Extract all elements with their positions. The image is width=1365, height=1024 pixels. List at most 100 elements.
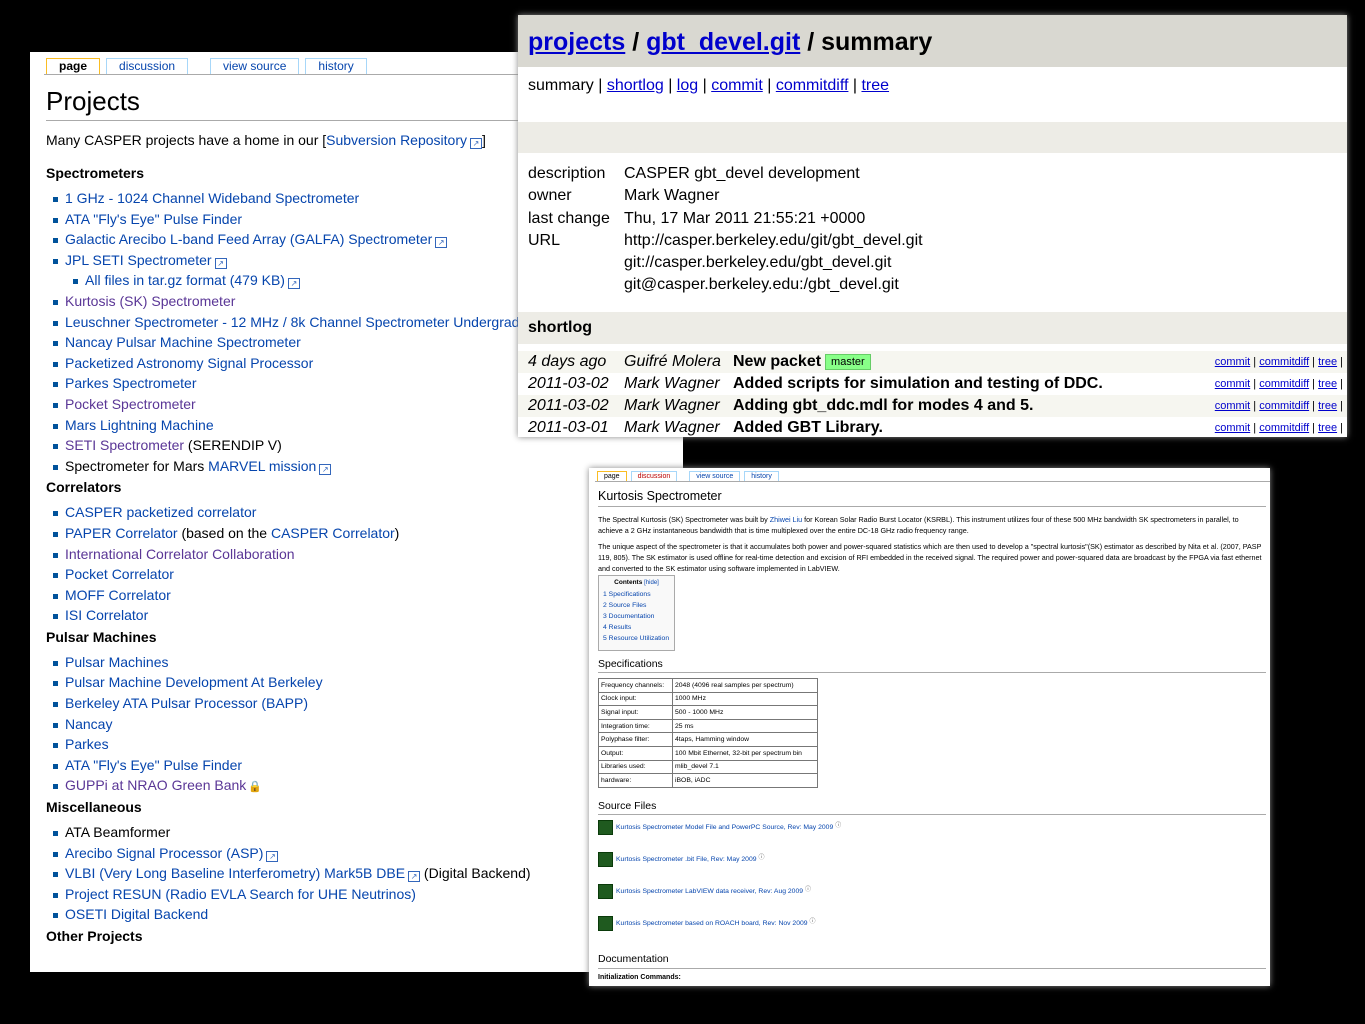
project-link[interactable]: VLBI (Very Long Baseline Interferometry)… <box>65 865 405 881</box>
nav-commitdiff-link[interactable]: commitdiff <box>776 77 849 94</box>
branch-badge[interactable]: master <box>825 353 871 370</box>
commit-message[interactable]: New packet master <box>733 351 1185 373</box>
tab-view-source[interactable]: view source <box>210 58 300 74</box>
commit-message[interactable]: Added GBT Library. <box>733 417 1185 437</box>
project-link[interactable]: International Correlator Collaboration <box>65 546 295 562</box>
tree-link[interactable]: tree <box>1318 400 1337 412</box>
paragraph-text: The Spectral Kurtosis (SK) Spectrometer … <box>598 515 770 524</box>
table-row[interactable]: 2011-03-02 Mark Wagner Added scripts for… <box>518 373 1347 395</box>
project-link[interactable]: MOFF Correlator <box>65 587 171 603</box>
toc-hide-link[interactable]: [hide] <box>644 580 659 586</box>
tree-link[interactable]: tree <box>1318 378 1337 390</box>
info-value: Mark Wagner <box>624 187 720 205</box>
info-icon[interactable]: ⓘ <box>810 916 816 925</box>
spec-value: mlib_devel 7.1 <box>672 759 818 775</box>
commitdiff-link[interactable]: commitdiff <box>1259 356 1309 368</box>
author-link[interactable]: Zhiwei Liu <box>770 515 802 524</box>
tab-discussion[interactable]: discussion <box>106 58 189 74</box>
tab-view-source[interactable]: view source <box>689 471 741 481</box>
commit-link[interactable]: commit <box>1215 400 1250 412</box>
project-link[interactable]: Project RESUN (Radio EVLA Search for UHE… <box>65 886 416 902</box>
project-link[interactable]: Nancay Pulsar Machine Spectrometer <box>65 334 301 350</box>
commit-message-text[interactable]: New packet <box>733 353 821 370</box>
subversion-repository-link[interactable]: Subversion Repository <box>326 132 467 148</box>
toc-item[interactable]: 1 Specifications <box>603 589 670 600</box>
tab-history[interactable]: history <box>744 471 779 481</box>
commit-link[interactable]: commit <box>1215 378 1250 390</box>
project-link[interactable]: Mars Lightning Machine <box>65 417 214 433</box>
file-icon[interactable] <box>598 852 613 867</box>
project-link[interactable]: CASPER Correlator <box>271 525 395 541</box>
project-link[interactable]: Pocket Spectrometer <box>65 396 196 412</box>
project-link[interactable]: All files in tar.gz format (479 KB) <box>85 272 285 288</box>
commit-message[interactable]: Added scripts for simulation and testing… <box>733 373 1185 395</box>
toc-item[interactable]: 3 Documentation <box>603 611 670 622</box>
crumb-repo-link[interactable]: gbt_devel.git <box>646 28 800 56</box>
project-link[interactable]: Packetized Astronomy Signal Processor <box>65 355 313 371</box>
project-link[interactable]: MARVEL mission <box>208 458 316 474</box>
project-link[interactable]: Pulsar Machine Development At Berkeley <box>65 674 323 690</box>
project-link[interactable]: GUPPi at NRAO Green Bank <box>65 777 246 793</box>
table-row: Signal input: 500 - 1000 MHz <box>598 705 818 720</box>
source-file-link[interactable]: Kurtosis Spectrometer based on ROACH boa… <box>616 920 808 927</box>
nav-shortlog-link[interactable]: shortlog <box>607 77 664 94</box>
tree-link[interactable]: tree <box>1318 422 1337 434</box>
source-file-link[interactable]: Kurtosis Spectrometer Model File and Pow… <box>616 824 833 831</box>
commit-link[interactable]: commit <box>1215 356 1250 368</box>
project-link[interactable]: Pulsar Machines <box>65 654 169 670</box>
file-icon[interactable] <box>598 820 613 835</box>
tab-divider <box>595 481 1270 482</box>
table-row: Output: 100 Mbit Ethernet, 32-bit per spe… <box>598 745 818 761</box>
tab-discussion[interactable]: discussion <box>630 471 678 481</box>
project-link[interactable]: Galactic Arecibo L-band Feed Array (GALF… <box>65 231 432 247</box>
project-link[interactable]: Kurtosis (SK) Spectrometer <box>65 293 235 309</box>
nav-tree-link[interactable]: tree <box>861 77 889 94</box>
toc-item[interactable]: 4 Results <box>603 622 670 633</box>
project-link[interactable]: ISI Correlator <box>65 607 148 623</box>
project-link[interactable]: Arecibo Signal Processor (ASP) <box>65 845 263 861</box>
title-divider <box>598 506 1266 507</box>
commit-message[interactable]: Adding gbt_ddc.mdl for modes 4 and 5. <box>733 395 1185 417</box>
toc-item[interactable]: 5 Resource Utilization <box>603 633 670 644</box>
file-icon[interactable] <box>598 916 613 931</box>
nav-commit-link[interactable]: commit <box>711 77 763 94</box>
project-link[interactable]: ATA "Fly's Eye" Pulse Finder <box>65 757 242 773</box>
project-link[interactable]: Nancay <box>65 716 112 732</box>
tree-link[interactable]: tree <box>1318 356 1337 368</box>
source-file-link[interactable]: Kurtosis Spectrometer .bit File, Rev: Ma… <box>616 856 757 863</box>
nav-log-link[interactable]: log <box>677 77 698 94</box>
tab-page[interactable]: page <box>597 471 627 481</box>
project-link[interactable]: 1 GHz - 1024 Channel Wideband Spectromet… <box>65 190 359 206</box>
table-row[interactable]: 2011-03-02 Mark Wagner Adding gbt_ddc.md… <box>518 395 1347 418</box>
project-link[interactable]: OSETI Digital Backend <box>65 906 208 922</box>
initialization-commands-label: Initialization Commands: <box>598 974 681 981</box>
table-row[interactable]: 2011-03-01 Mark Wagner Added GBT Library… <box>518 417 1347 437</box>
project-link[interactable]: Leuschner Spectrometer - 12 MHz / 8k Cha… <box>65 314 574 330</box>
commit-link[interactable]: commit <box>1215 422 1250 434</box>
project-link[interactable]: SETI Spectrometer <box>65 437 184 453</box>
info-icon[interactable]: ⓘ <box>835 820 841 829</box>
commitdiff-link[interactable]: commitdiff <box>1259 400 1309 412</box>
commitdiff-link[interactable]: commitdiff <box>1259 422 1309 434</box>
project-link[interactable]: CASPER packetized correlator <box>65 504 256 520</box>
project-link[interactable]: ATA "Fly's Eye" Pulse Finder <box>65 211 242 227</box>
shortlog-heading[interactable]: shortlog <box>518 311 1347 344</box>
project-link[interactable]: Pocket Correlator <box>65 566 174 582</box>
source-file-link[interactable]: Kurtosis Spectrometer LabVIEW data recei… <box>616 888 803 895</box>
tab-history[interactable]: history <box>305 58 367 74</box>
crumb-projects-link[interactable]: projects <box>528 28 625 56</box>
toc-item[interactable]: 2 Source Files <box>603 600 670 611</box>
commitdiff-link[interactable]: commitdiff <box>1259 378 1309 390</box>
file-icon[interactable] <box>598 884 613 899</box>
project-link[interactable]: Parkes Spectrometer <box>65 375 197 391</box>
project-link[interactable]: PAPER Correlator <box>65 525 178 541</box>
list-item: Pulsar Machine Development At Berkeley <box>46 672 683 693</box>
info-icon[interactable]: ⓘ <box>759 852 765 861</box>
spec-value: 25 ms <box>672 718 818 734</box>
table-row[interactable]: 4 days ago Guifré Molera New packet maste… <box>518 350 1347 373</box>
project-link[interactable]: JPL SETI Spectrometer <box>65 252 212 268</box>
tab-page[interactable]: page <box>46 58 101 74</box>
project-link[interactable]: Parkes <box>65 736 109 752</box>
project-link[interactable]: Berkeley ATA Pulsar Processor (BAPP) <box>65 695 308 711</box>
info-icon[interactable]: ⓘ <box>805 884 811 893</box>
